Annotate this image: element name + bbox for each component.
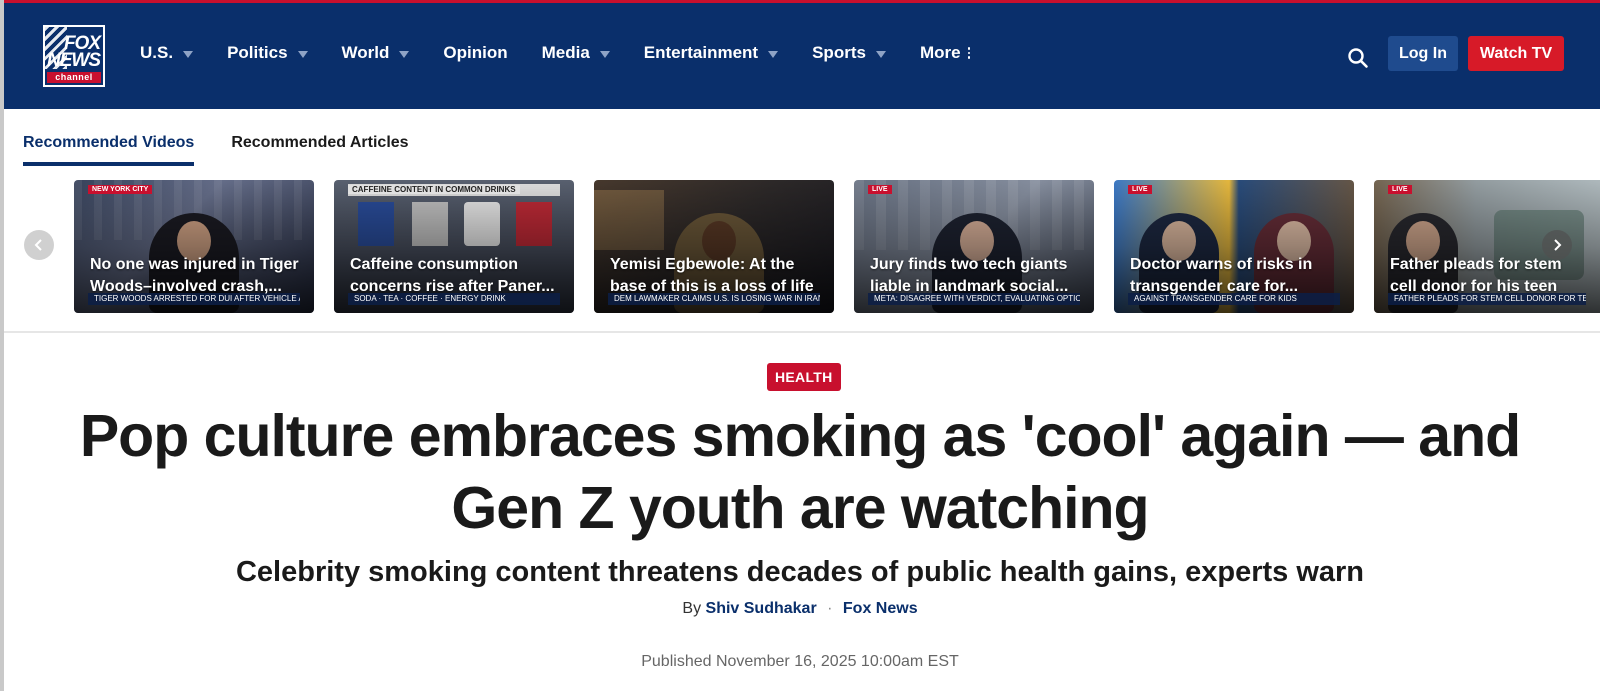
published-date: Published November 16, 2025 10:00am EST: [641, 653, 959, 670]
nav-label: More: [919, 43, 961, 62]
live-badge: LIVE: [1128, 185, 1152, 194]
nav-label: Media: [541, 43, 590, 62]
video-card[interactable]: DEM LAWMAKER CLAIMS U.S. IS LOSING WAR I…: [594, 180, 834, 313]
live-badge: LIVE: [1388, 185, 1412, 194]
site-header: FOX NEWS channel U.S. Politics World Opi…: [4, 3, 1600, 109]
nav-label: World: [341, 43, 390, 62]
logo-text-news: NEWS: [47, 50, 101, 71]
nav-item-sports[interactable]: Sports: [812, 43, 886, 63]
video-title: No one was injured in Tiger Woods–involv…: [90, 256, 299, 295]
chevron-down-icon: [875, 50, 886, 58]
byline-separator: ·: [827, 600, 833, 617]
nav-label: Sports: [812, 43, 866, 62]
watch-tv-button[interactable]: Watch TV: [1468, 36, 1564, 71]
chevron-down-icon: [297, 50, 308, 58]
nav-item-politics[interactable]: Politics: [227, 43, 308, 63]
fox-news-logo[interactable]: FOX NEWS channel: [43, 25, 105, 87]
chevron-right-icon: [1554, 239, 1562, 251]
video-title: Yemisi Egbewole: At the base of this is …: [610, 256, 814, 295]
video-title: Jury finds two tech giants liable in lan…: [870, 256, 1069, 295]
nav-label: Politics: [227, 43, 288, 62]
video-title: Doctor warns of risks in transgender car…: [1130, 256, 1313, 295]
location-badge: NEW YORK CITY: [88, 185, 153, 194]
video-card[interactable]: NEW YORK CITY TIGER WOODS ARRESTED FOR D…: [74, 180, 314, 313]
nav-item-world[interactable]: World: [342, 43, 410, 63]
chevron-down-icon: [599, 50, 610, 58]
graphic-header: CAFFEINE CONTENT IN COMMON DRINKS: [348, 185, 520, 194]
recommended-tabs: Recommended Videos Recommended Articles: [23, 134, 446, 166]
more-vertical-icon: [967, 46, 971, 60]
logo-text-channel: channel: [47, 72, 101, 83]
article-subheadline: Celebrity smoking content threatens deca…: [235, 556, 1365, 588]
video-title: Caffeine consumption concerns rise after…: [350, 256, 555, 295]
carousel-next-button[interactable]: [1542, 230, 1572, 260]
byline-prefix: By: [682, 600, 702, 617]
tab-recommended-articles[interactable]: Recommended Articles: [231, 134, 408, 166]
chevron-down-icon: [768, 50, 779, 58]
article-headline: Pop culture embraces smoking as 'cool' a…: [79, 403, 1521, 541]
nav-item-more[interactable]: More: [919, 43, 971, 63]
search-icon[interactable]: [1347, 47, 1369, 69]
video-carousel: NEW YORK CITY TIGER WOODS ARRESTED FOR D…: [4, 180, 1600, 314]
video-card[interactable]: CAFFEINE CONTENT IN COMMON DRINKS SODA ·…: [334, 180, 574, 313]
section-divider: [4, 331, 1600, 333]
source-link[interactable]: Fox News: [843, 600, 918, 617]
chevron-down-icon: [183, 50, 194, 58]
log-in-button[interactable]: Log In: [1388, 36, 1458, 71]
nav-label: U.S.: [140, 43, 174, 62]
byline: By Shiv Sudhakar · Fox News: [500, 600, 1100, 618]
tab-recommended-videos[interactable]: Recommended Videos: [23, 134, 195, 166]
nav-label: Opinion: [443, 43, 508, 62]
nav-item-media[interactable]: Media: [542, 43, 610, 63]
video-card[interactable]: LIVE META: DISAGREE WITH VERDICT, EVALUA…: [854, 180, 1094, 313]
chevron-down-icon: [399, 50, 410, 58]
live-badge: LIVE: [868, 185, 892, 194]
nav-label: Entertainment: [643, 43, 759, 62]
author-link[interactable]: Shiv Sudhakar: [706, 600, 817, 617]
nav-item-opinion[interactable]: Opinion: [443, 43, 507, 63]
nav-item-us[interactable]: U.S.: [140, 43, 194, 63]
chevron-left-icon: [34, 239, 42, 251]
main-nav: U.S. Politics World Opinion Media Entert…: [140, 43, 1004, 63]
nav-item-entertainment[interactable]: Entertainment: [643, 43, 779, 63]
video-title: Father pleads for stem cell donor for hi…: [1390, 256, 1562, 295]
carousel-prev-button[interactable]: [24, 230, 54, 260]
video-card[interactable]: LIVE AGAINST TRANSGENDER CARE FOR KIDS D…: [1114, 180, 1354, 313]
category-badge[interactable]: HEALTH: [767, 363, 841, 391]
